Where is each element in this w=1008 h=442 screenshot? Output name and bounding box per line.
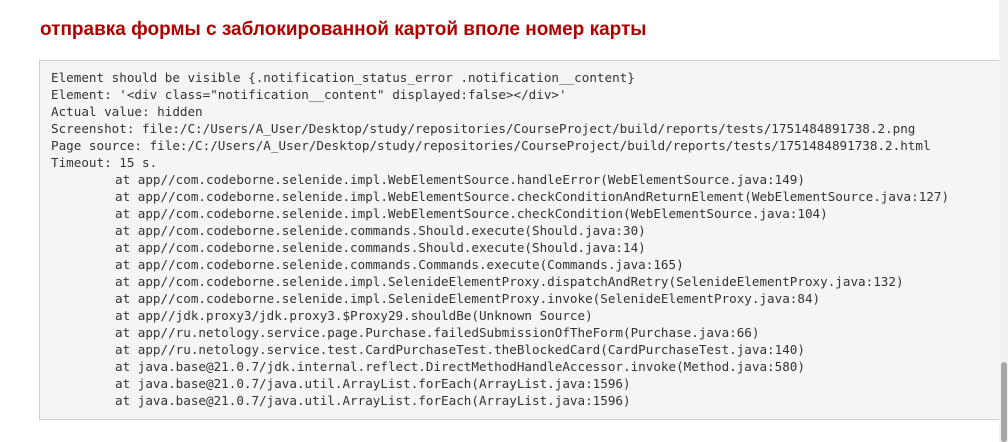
stack-frame: at app//com.codeborne.selenide.impl.Sele… — [115, 291, 821, 306]
stack-frame: at app//com.codeborne.selenide.impl.WebE… — [115, 206, 828, 221]
stack-frame: at app//com.codeborne.selenide.commands.… — [115, 240, 646, 255]
page-scrollbar-thumb[interactable] — [1001, 362, 1007, 442]
trace-line-error-message: Element should be visible {.notification… — [51, 70, 635, 85]
trace-line-page-source-path: Page source: file:/C:/Users/A_User/Deskt… — [51, 138, 931, 153]
trace-line-actual-value: Actual value: hidden — [51, 104, 203, 119]
stack-frame: at app//com.codeborne.selenide.impl.Sele… — [115, 274, 904, 289]
stack-frame: at app//jdk.proxy3/jdk.proxy3.$Proxy29.s… — [115, 308, 593, 323]
stack-frame: at app//ru.netology.service.page.Purchas… — [115, 325, 760, 340]
stack-frame: at app//com.codeborne.selenide.commands.… — [115, 257, 684, 272]
stack-frame: at java.base@21.0.7/java.util.ArrayList.… — [115, 376, 631, 391]
stack-frame: at app//com.codeborne.selenide.impl.WebE… — [115, 189, 950, 204]
stack-trace-text: Element should be visible {.notification… — [51, 69, 949, 409]
stack-frame: at java.base@21.0.7/jdk.internal.reflect… — [115, 359, 805, 374]
trace-line-timeout: Timeout: 15 s. — [51, 155, 158, 170]
page-title: отправка формы с заблокированной картой … — [40, 19, 647, 40]
trace-line-screenshot-path: Screenshot: file:/C:/Users/A_User/Deskto… — [51, 121, 916, 136]
trace-line-element: Element: '<div class="notification__cont… — [51, 87, 567, 102]
stack-frame: at app//ru.netology.service.test.CardPur… — [115, 342, 805, 357]
stack-frame: at app//com.codeborne.selenide.commands.… — [115, 223, 646, 238]
stack-frame: at java.base@21.0.7/java.util.ArrayList.… — [115, 393, 631, 408]
stack-trace-panel[interactable]: Element should be visible {.notification… — [39, 60, 1008, 420]
stack-frame: at app//com.codeborne.selenide.impl.WebE… — [115, 172, 805, 187]
